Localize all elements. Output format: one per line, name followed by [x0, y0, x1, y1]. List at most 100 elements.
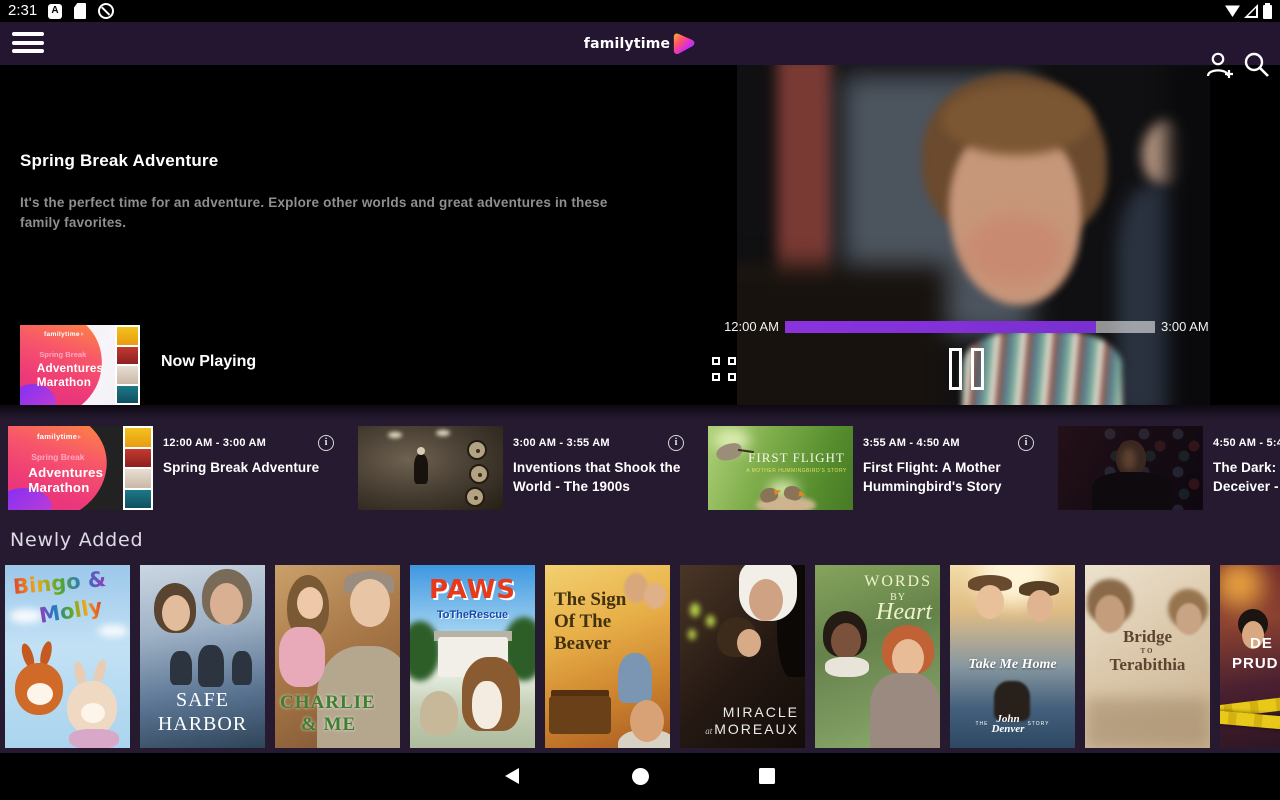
candle-art [706, 615, 715, 627]
person-art [1092, 472, 1172, 510]
schedule-card-title: First Flight: A Mother Hummingbird's Stor… [863, 460, 1002, 494]
thumb-brand-play-icon [80, 331, 84, 336]
poster-title-line1: DE [1250, 635, 1273, 652]
thumb-poster-strip [122, 426, 153, 510]
back-icon[interactable] [505, 768, 519, 784]
thumb-brand: familytime [37, 432, 82, 441]
poster-title-line3: Beaver [554, 633, 611, 654]
thumb-title-line2: Marathon [36, 376, 92, 390]
person-art [737, 629, 761, 657]
person-art [870, 673, 940, 748]
poster-the-sign-of-the-beaver[interactable]: The Sign Of The Beaver [545, 565, 670, 748]
poster-bingo-and-molly[interactable]: Bingo & Molly [5, 565, 130, 748]
person-art [1122, 448, 1136, 470]
poster-title-line1: The Sign [554, 589, 627, 610]
schedule-card-thumbnail[interactable] [1058, 426, 1203, 510]
thumb-poster-strip [114, 325, 140, 405]
schedule-card-time: 4:50 AM - 5:45 [1213, 437, 1280, 449]
poster-title-line2: Terabithia [1109, 655, 1186, 674]
hero-section: Spring Break Adventure It's the perfect … [0, 65, 1280, 405]
poster-words-by-heart[interactable]: WORDS BY Heart [815, 565, 940, 748]
thumb-art [388, 432, 402, 438]
hero-title: Spring Break Adventure [20, 151, 219, 170]
player-start-time: 12:00 AM [724, 319, 779, 334]
person-art [831, 623, 861, 659]
thumb-subtitle: Spring Break [39, 349, 87, 359]
person-art [198, 645, 224, 687]
poster-partially-visible[interactable]: DE PRUD [1220, 565, 1280, 748]
rabbit-art [69, 729, 119, 748]
now-playing-thumbnail[interactable]: familytime Spring Break Adventures Marat… [20, 325, 140, 405]
poster-title-line2: & ME [301, 714, 357, 735]
poster-title-line2: ToTheRescue [436, 609, 509, 621]
poster-safe-harbor[interactable]: SAFE HARBOR [140, 565, 265, 748]
app-logo[interactable]: familytime [0, 22, 1280, 65]
person-art [825, 657, 869, 677]
player-progress-fill [785, 321, 1096, 333]
player-progress-bar[interactable] [785, 321, 1155, 333]
clock-art [469, 464, 489, 484]
person-art [618, 653, 652, 703]
wifi-icon [1225, 5, 1240, 17]
poster-title: Take Me Home [968, 657, 1057, 672]
thumb-title: FIRST FLIGHT [748, 450, 845, 465]
schedule-card-time: 3:55 AM - 4:50 AM [863, 437, 960, 449]
schedule-card-time: 3:00 AM - 3:55 AM [513, 437, 610, 449]
person-art [170, 651, 192, 685]
schedule-card-thumbnail[interactable] [358, 426, 503, 510]
person-art [279, 627, 325, 687]
person-art [1027, 590, 1053, 622]
fullscreen-icon[interactable] [712, 357, 736, 381]
schedule-card[interactable]: FIRST FLIGHT A MOTHER HUMMINGBIRD'S STOR… [708, 426, 1056, 521]
search-icon[interactable] [1242, 50, 1270, 78]
candle-art [690, 603, 700, 617]
schedule-card-time: 12:00 AM - 3:00 AM [163, 437, 267, 449]
info-icon[interactable]: i [1018, 435, 1034, 451]
rabbit-art [27, 683, 53, 705]
poster-bridge-to-terabithia[interactable]: Bridge TO Terabithia [1085, 565, 1210, 748]
video-art [1167, 65, 1210, 405]
home-icon[interactable] [632, 768, 649, 785]
poster-take-me-home-john-denver[interactable]: Take Me Home THE John Denver STORY [950, 565, 1075, 748]
android-nav-bar [0, 753, 1280, 800]
thumb-title-line1: Adventures [36, 361, 104, 375]
add-profile-icon[interactable] [1203, 50, 1235, 80]
schedule-card[interactable]: 3:00 AM - 3:55 AM i Inventions that Shoo… [358, 426, 706, 521]
recents-icon[interactable] [759, 768, 775, 784]
schedule-card[interactable]: 4:50 AM - 5:45 The Dark: Deceiver - [1058, 426, 1280, 521]
candle-art [688, 629, 696, 640]
lower-section: familytime Spring Break Adventures Marat… [0, 405, 1280, 753]
schedule-card-title: The Dark: Deceiver - [1213, 460, 1279, 494]
person-art [749, 579, 783, 621]
thumb-brand: familytime [44, 331, 84, 338]
caution-tape-art [1220, 710, 1280, 737]
video-art [965, 215, 1065, 285]
app-notification-icon: A [48, 4, 62, 19]
poster-title-line2: PRUD [1232, 655, 1279, 672]
person-art [644, 583, 666, 609]
poster-miracle-at-moreaux[interactable]: MIRACLE at MOREAUX [680, 565, 805, 748]
info-icon[interactable]: i [318, 435, 334, 451]
poster-title-line3: Heart [876, 599, 932, 625]
poster-title-line1: PAWS [428, 575, 517, 605]
thumb-title-line2: Marathon [28, 479, 90, 495]
info-icon[interactable]: i [668, 435, 684, 451]
schedule-card[interactable]: familytime Spring Break Adventures Marat… [8, 426, 356, 521]
status-bar: 2:31 A [0, 0, 1280, 22]
schedule-card-thumbnail[interactable]: FIRST FLIGHT A MOTHER HUMMINGBIRD'S STOR… [708, 426, 853, 510]
schedule-card-thumbnail[interactable]: familytime Spring Break Adventures Marat… [8, 426, 153, 510]
do-not-disturb-icon [98, 3, 114, 19]
app-logo-play-icon [674, 32, 695, 54]
thumb-brand-play-icon [78, 434, 82, 439]
schedule-card-title: Inventions that Shook the World - The 190… [513, 460, 681, 494]
poster-charlie-and-me[interactable]: CHARLIE & ME [275, 565, 400, 748]
pause-button[interactable] [949, 348, 989, 390]
clock-art [465, 487, 485, 507]
hero-description: It's the perfect time for an adventure. … [20, 195, 608, 230]
poster-title-line1: WORDS [864, 573, 932, 590]
newly-added-heading: Newly Added [10, 529, 144, 551]
thumb-subtitle: Spring Break [31, 452, 85, 463]
poster-paws-to-the-rescue[interactable]: PAWS ToTheRescue [410, 565, 535, 748]
person-art [232, 651, 252, 685]
thumb-subtitle: A MOTHER HUMMINGBIRD'S STORY [746, 468, 847, 474]
